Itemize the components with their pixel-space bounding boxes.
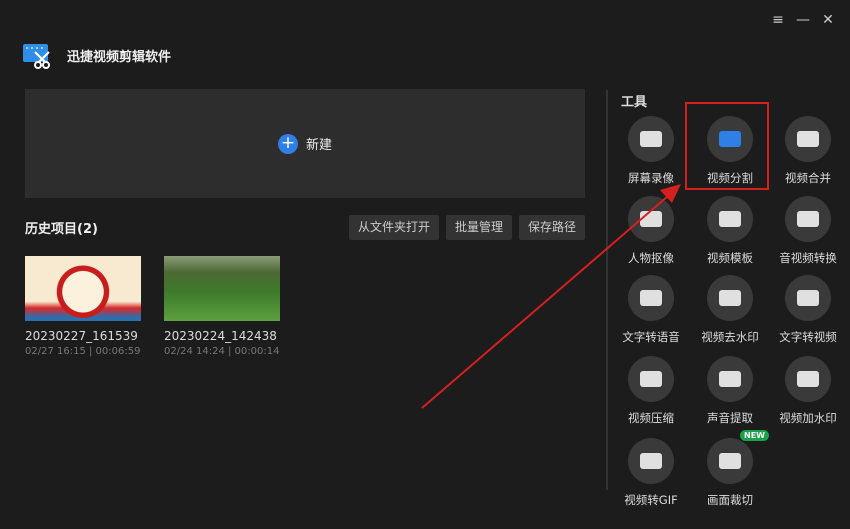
av-convert-icon xyxy=(785,196,831,242)
save-path-button[interactable]: 保存路径 xyxy=(519,215,585,240)
tool-video-compress[interactable]: 视频压缩 xyxy=(611,356,691,426)
tool-av-convert[interactable]: 音视频转换 xyxy=(768,196,848,266)
tool-audio-extract[interactable]: 声音提取 xyxy=(690,356,770,426)
tool-video-to-gif[interactable]: 视频转GIF xyxy=(611,438,691,508)
project-thumbnail xyxy=(25,256,141,321)
new-badge: NEW xyxy=(740,430,769,441)
new-project-label: 新建 xyxy=(305,138,332,153)
screen-record-icon xyxy=(628,116,674,162)
project-thumbnail xyxy=(164,256,280,321)
project-card[interactable]: 20230227_161539 02/27 16:15 | 00:06:59 xyxy=(25,256,141,357)
tools-heading: 工具 xyxy=(621,95,648,110)
batch-manage-button[interactable]: 批量管理 xyxy=(446,215,512,240)
tool-screen-record[interactable]: 屏幕录像 xyxy=(611,116,691,186)
app-logo-icon xyxy=(23,44,50,69)
project-name: 20230227_161539 xyxy=(25,329,138,343)
app-title: 迅捷视频剪辑软件 xyxy=(67,50,172,65)
tool-portrait-cutout[interactable]: 人物抠像 xyxy=(611,196,691,266)
tool-label: 文字转视频 xyxy=(779,330,837,344)
open-folder-button[interactable]: 从文件夹打开 xyxy=(349,215,439,240)
portrait-cutout-icon xyxy=(628,196,674,242)
video-merge-icon xyxy=(785,116,831,162)
tool-video-merge[interactable]: 视频合并 xyxy=(768,116,848,186)
tool-label: 视频合并 xyxy=(785,171,831,185)
video-compress-icon xyxy=(628,356,674,402)
minimize-button[interactable]: — xyxy=(795,12,811,28)
tool-label: 画面裁切 xyxy=(707,493,753,507)
highlight-box xyxy=(685,102,769,190)
add-watermark-icon xyxy=(785,356,831,402)
tool-label: 声音提取 xyxy=(707,411,753,425)
menu-button[interactable]: ≡ xyxy=(770,12,786,28)
tool-text-to-speech[interactable]: 文字转语音 xyxy=(611,275,691,345)
divider xyxy=(606,90,608,490)
tool-label: 视频转GIF xyxy=(624,493,678,507)
tool-label: 文字转语音 xyxy=(622,330,680,344)
project-card[interactable]: 20230224_142438 02/24 14:24 | 00:00:14 xyxy=(164,256,280,357)
tool-label: 人物抠像 xyxy=(628,251,674,265)
video-to-gif-icon xyxy=(628,438,674,484)
tool-remove-watermark[interactable]: 视频去水印 xyxy=(690,275,770,345)
crop-icon: NEW xyxy=(707,430,769,484)
text-to-speech-icon xyxy=(628,275,674,321)
tool-label: 视频模板 xyxy=(707,251,753,265)
audio-extract-icon xyxy=(707,356,753,402)
tool-label: 屏幕录像 xyxy=(628,171,674,185)
text-to-video-icon xyxy=(785,275,831,321)
tool-crop[interactable]: NEW 画面裁切 xyxy=(690,430,770,508)
project-name: 20230224_142438 xyxy=(164,329,277,343)
remove-watermark-icon xyxy=(707,275,753,321)
video-template-icon xyxy=(707,196,753,242)
tool-label: 视频去水印 xyxy=(701,330,759,344)
tool-video-template[interactable]: 视频模板 xyxy=(690,196,770,266)
tool-text-to-video[interactable]: 文字转视频 xyxy=(768,275,848,345)
close-button[interactable]: ✕ xyxy=(820,12,836,28)
tool-add-watermark[interactable]: 视频加水印 xyxy=(768,356,848,426)
history-heading: 历史项目(2) xyxy=(25,222,98,237)
plus-icon: + xyxy=(277,133,298,154)
tool-label: 视频加水印 xyxy=(779,411,837,425)
project-meta: 02/27 16:15 | 00:06:59 xyxy=(25,346,141,357)
project-meta: 02/24 14:24 | 00:00:14 xyxy=(164,346,280,357)
tool-label: 音视频转换 xyxy=(779,251,837,265)
new-project-button[interactable]: + 新建 xyxy=(25,89,585,198)
tool-label: 视频压缩 xyxy=(628,411,674,425)
